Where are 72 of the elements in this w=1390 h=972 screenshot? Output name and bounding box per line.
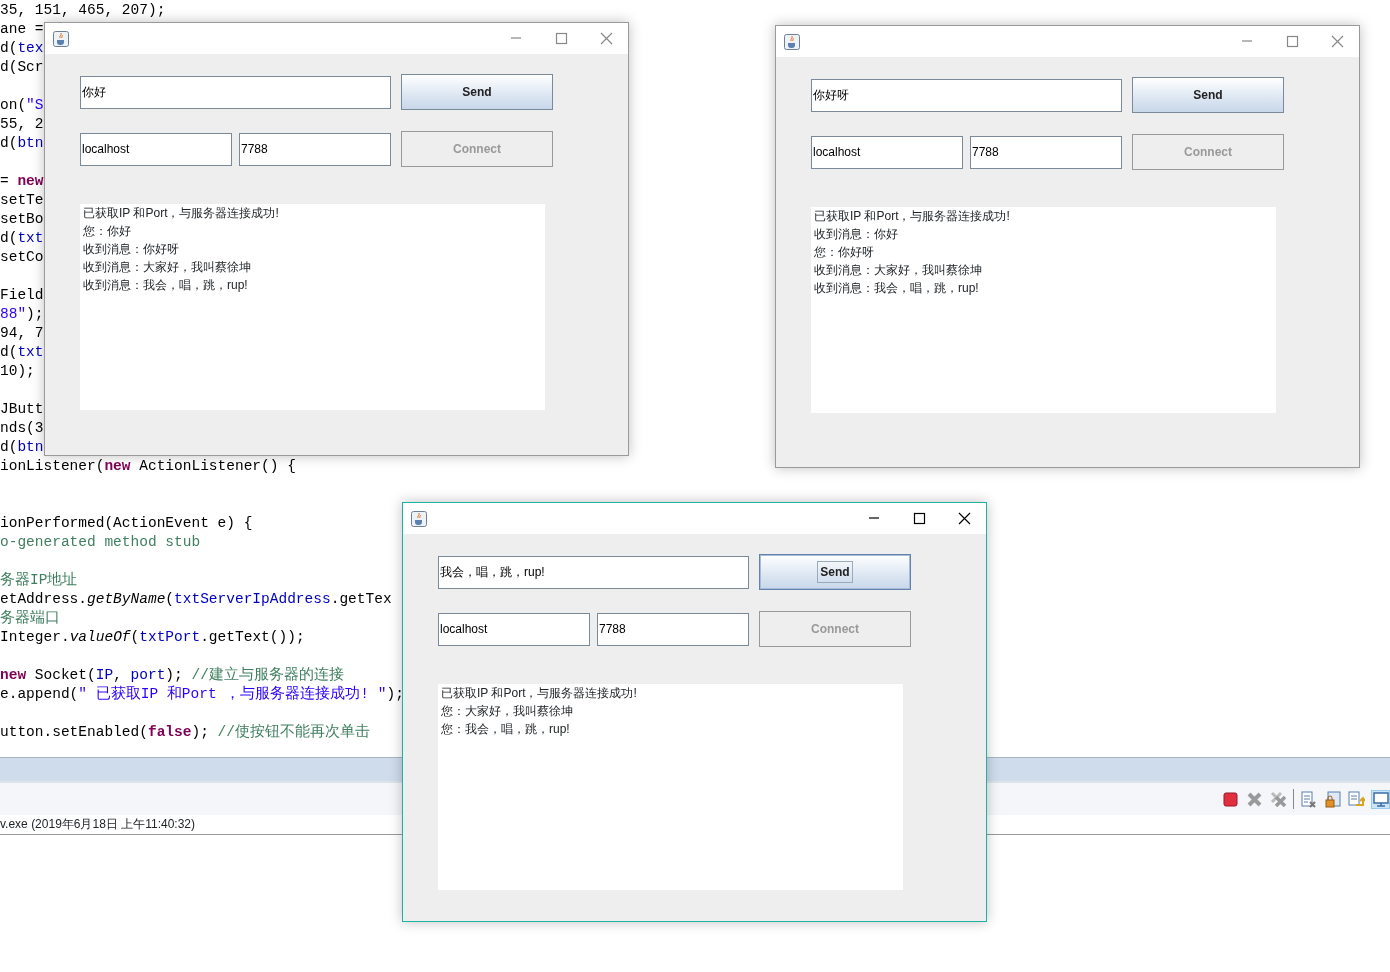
lock-button[interactable]: [1323, 789, 1342, 809]
log-line: 收到消息：大家好，我叫蔡徐坤: [83, 259, 251, 276]
double-x-icon: [1270, 790, 1287, 808]
code-line: setCo: [0, 248, 44, 267]
monitor-button[interactable]: [1371, 789, 1390, 809]
message-field[interactable]: 你好呀: [811, 78, 1122, 112]
message-field[interactable]: 你好: [80, 75, 391, 109]
document-button[interactable]: [1299, 789, 1318, 809]
log-line: 已获取IP 和Port，与服务器连接成功!: [83, 205, 279, 222]
code-line: 务器IP地址: [0, 571, 78, 590]
cup-icon: [784, 33, 800, 50]
log-line: 收到消息：你好: [814, 226, 898, 243]
code-line: 55, 2: [0, 115, 44, 134]
log-line: 您：你好呀: [814, 244, 874, 261]
code-line: d(txt: [0, 229, 44, 248]
log-line: 您：你好: [83, 223, 131, 240]
log-line: 您：大家好，我叫蔡徐坤: [441, 703, 573, 720]
send-button[interactable]: Send: [1132, 77, 1284, 113]
code-line: setTe: [0, 191, 44, 210]
log-line: 您：我会，唱，跳，rup!: [441, 721, 570, 738]
monitor-icon: [1372, 790, 1389, 808]
log-line: 已获取IP 和Port，与服务器连接成功!: [814, 208, 1010, 225]
code-line: d(btn: [0, 438, 44, 457]
code-line: JButt: [0, 400, 44, 419]
code-line: ionPerformed(ActionEvent e) {: [0, 514, 253, 533]
code-line: 务器端口: [0, 609, 60, 628]
port-field[interactable]: 7788: [239, 132, 391, 166]
stop-button[interactable]: [1221, 789, 1240, 809]
document-arrow-button[interactable]: [1347, 789, 1366, 809]
log-line: 收到消息：大家好，我叫蔡徐坤: [814, 262, 982, 279]
code-line: Integer.valueOf(txtPort.getText());: [0, 628, 305, 647]
port-field[interactable]: 7788: [597, 612, 749, 646]
code-line: on("S: [0, 96, 44, 115]
code-line: utton.setEnabled(false); //使按钮不能再次单击: [0, 723, 370, 742]
stop-icon: [1222, 790, 1239, 808]
log-line: 收到消息：你好呀: [83, 241, 179, 258]
document-icon: [1300, 790, 1317, 808]
code-line: new Socket(IP, port); //建立与服务器的连接: [0, 666, 344, 685]
host-field[interactable]: localhost: [811, 135, 963, 169]
code-line: 94, 7: [0, 324, 44, 343]
code-line: d(tex: [0, 39, 44, 58]
send-button[interactable]: Send: [401, 74, 553, 110]
document-arrow-icon: [1348, 790, 1365, 808]
code-line: = new: [0, 172, 44, 191]
log-line: 收到消息：我会，唱，跳，rup!: [814, 280, 979, 297]
code-line: setBo: [0, 210, 44, 229]
code-line: ionListener(new ActionListener() {: [0, 457, 296, 476]
send-button[interactable]: Send: [759, 554, 911, 590]
code-line: 88");: [0, 305, 44, 324]
code-line: nds(3: [0, 419, 44, 438]
log-line: 收到消息：我会，唱，跳，rup!: [83, 277, 248, 294]
cup-icon: [411, 510, 427, 527]
port-field[interactable]: 7788: [970, 135, 1122, 169]
code-line: etAddress.getByName(txtServerIpAddress.getTex: [0, 590, 392, 609]
message-field[interactable]: 我会，唱，跳，rup!: [438, 555, 749, 589]
code-line: 10);: [0, 362, 35, 381]
lock-icon: [1324, 790, 1341, 808]
code-line: e.append(" 已获取IP 和Port ，与服务器连接成功! ");: [0, 685, 404, 704]
host-field[interactable]: localhost: [438, 612, 590, 646]
double-x-button[interactable]: [1269, 789, 1288, 809]
code-line: ane =: [0, 20, 44, 39]
host-field[interactable]: localhost: [80, 132, 232, 166]
code-line: 35, 151, 465, 207);: [0, 1, 166, 20]
log-line: 已获取IP 和Port，与服务器连接成功!: [441, 685, 637, 702]
code-line: Field: [0, 286, 44, 305]
cup-icon: [53, 30, 69, 47]
code-line: o-generated method stub: [0, 533, 201, 552]
code-line: d(Scr: [0, 58, 44, 77]
x-icon: [1246, 790, 1263, 808]
code-line: d(txt: [0, 343, 44, 362]
code-line: d(btn: [0, 134, 44, 153]
console-status-text: v.exe (2019年6月18日 上午11:40:32): [0, 817, 195, 831]
